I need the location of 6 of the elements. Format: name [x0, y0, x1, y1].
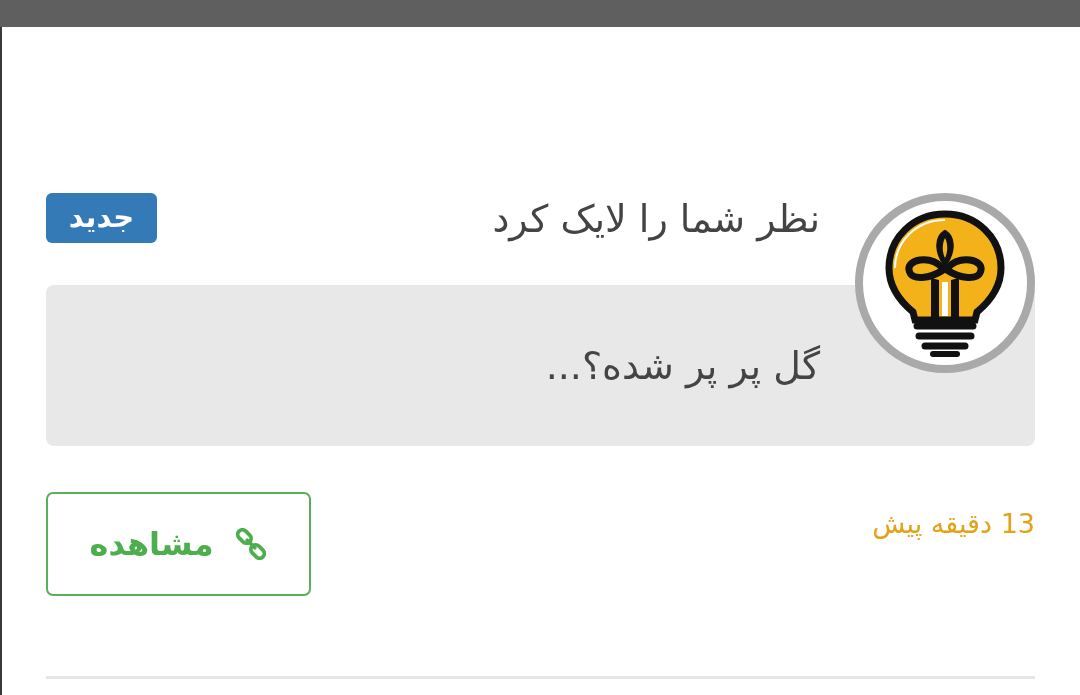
new-badge: جدید: [46, 193, 157, 243]
time-ago: 13 دقیقه پیش: [872, 507, 1035, 542]
link-icon: [235, 528, 268, 560]
view-button[interactable]: مشاهده: [46, 492, 311, 596]
notification-title: نظر شما را لایک کرد: [492, 196, 820, 244]
comment-text: گل پر پر شده؟...: [545, 343, 820, 391]
